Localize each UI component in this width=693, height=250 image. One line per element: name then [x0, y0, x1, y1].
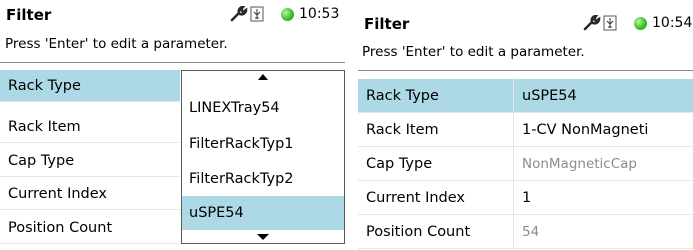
screen-left: Filter 10:53 Press 'Enter' to edit a par…	[0, 0, 345, 250]
param-row-rack-type[interactable]: Rack Type	[0, 70, 180, 102]
divider	[358, 70, 693, 71]
hint-text: Press 'Enter' to edit a parameter.	[362, 44, 585, 60]
param-row-position-count[interactable]: Position Count 54	[358, 215, 693, 249]
page-title: Filter	[364, 15, 410, 33]
param-row-cap-type[interactable]: Cap Type	[0, 145, 180, 177]
param-label: Rack Type	[0, 70, 180, 101]
status-led-icon	[634, 16, 647, 30]
param-label: Cap Type	[8, 152, 75, 169]
param-value: 1-CV NonMagneti	[522, 121, 649, 138]
param-label: Rack Item	[8, 118, 81, 135]
rack-type-dropdown[interactable]: LINEXTray54 FilterRackTyp1 FilterRackTyp…	[181, 70, 345, 244]
param-row-cap-type[interactable]: Cap Type NonMagneticCap	[358, 147, 693, 181]
param-value: 1	[522, 189, 532, 206]
param-label: Rack Type	[358, 79, 514, 112]
status-bar: 10:53	[230, 5, 340, 22]
dropdown-option-selected[interactable]: uSPE54	[182, 196, 344, 230]
scroll-up-icon[interactable]	[182, 71, 344, 83]
param-label: Current Index	[358, 181, 514, 214]
dropdown-option[interactable]: LINEXTray54	[182, 91, 344, 125]
param-row-rack-item[interactable]: Rack Item	[0, 111, 180, 143]
clock: 10:54	[652, 15, 693, 31]
param-value: uSPE54	[514, 79, 693, 112]
param-label: Position Count	[358, 215, 514, 248]
param-label: Position Count	[8, 219, 113, 236]
page-title: Filter	[6, 6, 52, 24]
param-label: Rack Item	[358, 113, 514, 146]
clock: 10:53	[299, 6, 340, 22]
param-row-rack-item[interactable]: Rack Item 1-CV NonMagneti	[358, 113, 693, 147]
status-bar: 10:54	[583, 14, 693, 31]
usb-icon	[250, 6, 264, 22]
param-value: 54	[522, 223, 540, 240]
hint-text: Press 'Enter' to edit a parameter.	[5, 36, 228, 52]
dropdown-option[interactable]: FilterRackTyp2	[182, 162, 344, 196]
divider	[0, 62, 345, 63]
param-row-position-count[interactable]: Position Count	[0, 212, 180, 244]
scroll-down-icon[interactable]	[182, 231, 344, 243]
param-label: Current Index	[8, 185, 107, 202]
wrench-icon	[230, 5, 248, 22]
param-row-current-index[interactable]: Current Index	[0, 178, 180, 210]
param-row-current-index[interactable]: Current Index 1	[358, 181, 693, 215]
screen-right: Filter 10:54 Press 'Enter' to edit a par…	[358, 0, 693, 250]
param-row-rack-type[interactable]: Rack Type uSPE54	[358, 79, 693, 113]
dropdown-option[interactable]: FilterRackTyp1	[182, 127, 344, 161]
wrench-icon	[583, 14, 601, 31]
param-label: Cap Type	[358, 147, 514, 180]
usb-icon	[603, 15, 617, 31]
status-led-icon	[281, 7, 294, 21]
param-value: NonMagneticCap	[522, 155, 638, 172]
